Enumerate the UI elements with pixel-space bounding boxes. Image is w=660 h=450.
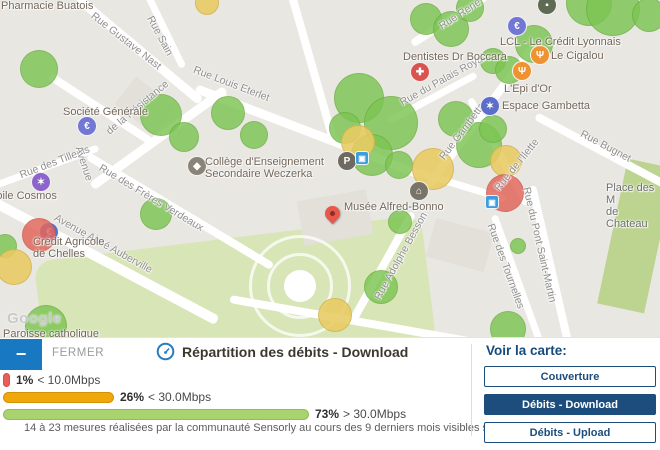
legend-text: < 10.0Mbps	[37, 373, 100, 387]
sidebar-heading: Voir la carte:	[486, 343, 567, 358]
coverage-dot-green	[20, 50, 58, 88]
coverage-dot-green	[479, 115, 507, 143]
legend-row: 1% < 10.0Mbps	[3, 373, 406, 387]
etoile-cosmos-icon[interactable]: ✶	[31, 172, 51, 192]
museum-icon[interactable]: ⌂	[409, 181, 429, 201]
poi-label: Le Cigalou	[551, 50, 604, 62]
legend-percent: 1%	[16, 373, 33, 387]
poi-label: Crédit Agricole de Chelles	[33, 236, 105, 260]
dentist-icon[interactable]: ✚	[410, 62, 430, 82]
coverage-dot-green	[211, 96, 245, 130]
legend-bar	[3, 392, 114, 403]
poi-label: Pharmacie Buatois	[1, 0, 93, 12]
roundabout	[284, 270, 316, 302]
minus-icon: −	[16, 344, 27, 365]
poi-label: Musée Alfred-Bonno	[344, 201, 444, 213]
poi-label: LCL - Le Crédit Lyonnais	[500, 36, 621, 48]
legend-percent: 73%	[315, 407, 339, 421]
legend-row: 73% > 30.0Mbps	[3, 407, 406, 421]
transit-station-icon[interactable]: ▣	[485, 195, 499, 209]
coverage-dot-green	[240, 121, 268, 149]
google-watermark: Google	[7, 310, 62, 327]
coverage-dot-yellow	[0, 249, 32, 285]
poi-dark-icon[interactable]: ▪	[537, 0, 557, 15]
panel-title: Répartition des débits - Download	[182, 344, 408, 360]
speedometer-icon	[156, 342, 175, 366]
poi-label: Dentistes Dr Boccara	[403, 51, 507, 63]
coverage-dot-green	[490, 311, 526, 337]
coverage-dot-green	[510, 238, 526, 254]
legend-text: < 30.0Mbps	[148, 390, 211, 404]
vertical-divider	[471, 344, 472, 436]
legend-percent: 26%	[120, 390, 144, 404]
poi-label: Collège d'Enseignement Secondaire Weczer…	[205, 156, 324, 180]
map-type-button-couverture[interactable]: Couverture	[484, 366, 656, 387]
coverage-dot-yellow	[195, 0, 219, 15]
coverage-dot-yellow	[318, 298, 352, 332]
street-label: Rue des Tournelles	[485, 222, 527, 310]
poi-label: L'Epi d'Or	[504, 83, 552, 95]
restaurant-icon[interactable]: Ψ	[512, 61, 532, 81]
coverage-dot-green	[632, 0, 660, 32]
sensorly-map-app: Google €✶€◆P▣⌂✚€ΨΨ✶▪▣Rue Gustave NastRue…	[0, 0, 660, 440]
measurements-note: 14 à 23 mesures réalisées par la communa…	[24, 422, 540, 434]
coverage-dot-green	[385, 151, 413, 179]
map-type-buttons: CouvertureDébits - DownloadDébits - Uplo…	[484, 366, 656, 450]
legend-row: 26% < 30.0Mbps	[3, 390, 406, 404]
fermer-label: FERMER	[52, 347, 104, 359]
legend: 1% < 10.0Mbps 26% < 30.0Mbps 73% > 30.0Mbps	[3, 373, 406, 424]
poi-label: Étoile Cosmos	[0, 190, 57, 202]
poi-label: Espace Gambetta	[502, 100, 590, 112]
espace-gambetta-icon[interactable]: ✶	[480, 96, 500, 116]
map-type-button-d-bits-download[interactable]: Débits - Download	[484, 394, 656, 415]
poi-label: Paroisse catholique	[3, 328, 99, 337]
lcl-bank-icon[interactable]: €	[507, 16, 527, 36]
legend-bar	[3, 409, 309, 420]
parking-icon[interactable]: P	[337, 151, 357, 171]
societe-generale-bank-icon[interactable]: €	[77, 116, 97, 136]
transit-station-icon[interactable]: ▣	[355, 151, 369, 165]
fermer-collapse-button[interactable]: −	[0, 339, 42, 370]
bottom-panel: − FERMER Répartition des débits - Downlo…	[0, 337, 660, 441]
coverage-dot-green	[169, 122, 199, 152]
college-school-icon[interactable]: ◆	[187, 156, 207, 176]
poi-label: Société Générale	[63, 106, 148, 118]
poi-label: Place des M de Chateau	[606, 182, 660, 230]
legend-text: > 30.0Mbps	[343, 407, 406, 421]
legend-bar	[3, 373, 10, 387]
map[interactable]: Google €✶€◆P▣⌂✚€ΨΨ✶▪▣Rue Gustave NastRue…	[0, 0, 660, 337]
